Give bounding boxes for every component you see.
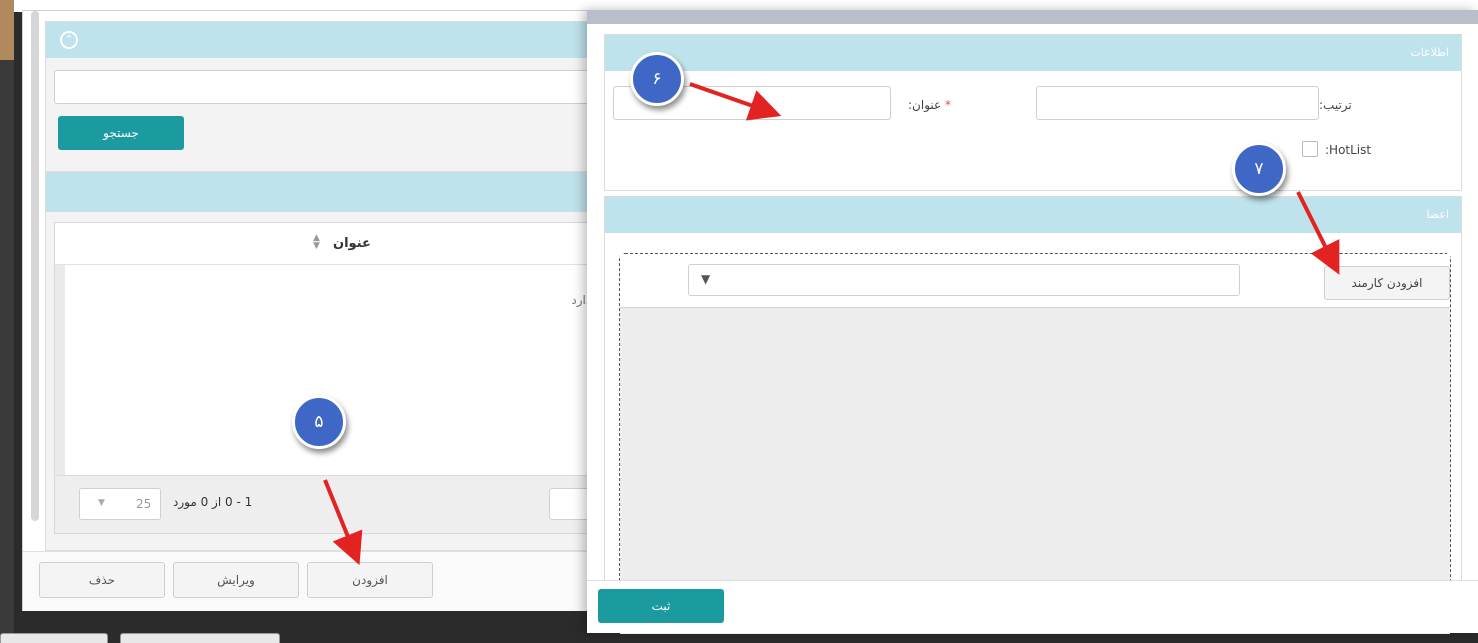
pager-info: 1 - 0 از 0 مورد: [173, 495, 253, 509]
info-panel-title: اطلاعات: [1410, 46, 1449, 59]
order-input[interactable]: [1036, 86, 1319, 120]
left-list-window: ⌃ جستجو ▲▼ عنوان دارد. ▼ 25 1 - 0 از 0 م…: [22, 10, 607, 611]
page-size-select[interactable]: ▼ 25: [79, 488, 161, 520]
collapse-icon[interactable]: ⌃: [60, 31, 78, 49]
dialog-footer: ثبت: [587, 580, 1478, 633]
page-size-value: 25: [136, 497, 152, 511]
left-window-footer: حذف ویرایش افزودن: [23, 551, 603, 611]
grid-pager: ▼ 25 1 - 0 از 0 مورد: [55, 475, 607, 533]
results-panel: ▲▼ عنوان دارد. ▼ 25 1 - 0 از 0 مورد: [45, 171, 607, 551]
step-badge-6: ۶: [630, 52, 684, 106]
sort-icon[interactable]: ▲ ▼: [313, 234, 320, 251]
add-employee-button[interactable]: افزودن کارمند: [1324, 266, 1450, 300]
members-filter-input[interactable]: ▼: [688, 264, 1240, 296]
step-badge-5: ۵: [292, 395, 346, 449]
dialog-titlebar: [587, 10, 1478, 24]
chevron-down-icon: ▼: [98, 498, 105, 508]
order-label: ترتیب:: [1319, 98, 1352, 112]
taskbar-button[interactable]: [120, 633, 280, 643]
search-panel: ⌃ جستجو: [45, 21, 606, 173]
info-panel-header: اطلاعات: [605, 35, 1461, 71]
edit-button[interactable]: ویرایش: [173, 562, 299, 598]
info-panel: اطلاعات ترتیب: * عنوان: :HotList: [604, 34, 1462, 191]
left-window-scrollbar[interactable]: [31, 11, 39, 521]
background-desktop-dark: [0, 60, 14, 643]
title-label: * عنوان:: [908, 98, 951, 112]
title-label-text: عنوان:: [908, 98, 942, 112]
members-toolbar: ▼ افزودن کارمند: [620, 254, 1450, 308]
members-grid: ▼ افزودن کارمند: [619, 253, 1451, 634]
members-panel-header: اعضا: [605, 197, 1461, 233]
taskbar-button[interactable]: [0, 633, 108, 643]
grid-row-selector: [55, 265, 65, 475]
submit-button[interactable]: ثبت: [598, 589, 724, 623]
hotlist-label: :HotList: [1325, 143, 1372, 157]
members-panel: اعضا ▼ افزودن کارمند: [604, 196, 1462, 634]
background-desktop-edge: [0, 0, 14, 60]
results-grid: ▲▼ عنوان دارد. ▼ 25 1 - 0 از 0 مورد: [54, 222, 607, 534]
results-panel-header: [46, 172, 604, 212]
required-mark: *: [945, 98, 951, 112]
add-button[interactable]: افزودن: [307, 562, 433, 598]
search-panel-header: ⌃: [46, 22, 604, 58]
step-badge-7: ۷: [1232, 142, 1286, 196]
hotlist-checkbox[interactable]: [1302, 141, 1318, 157]
members-panel-title: اعضا: [1426, 208, 1449, 221]
edit-dialog: اطلاعات ترتیب: * عنوان: :HotList اعضا ▼ …: [587, 10, 1478, 634]
search-input[interactable]: [54, 70, 606, 104]
filter-icon: ▼: [701, 272, 711, 286]
search-button[interactable]: جستجو: [58, 116, 184, 150]
column-header-title[interactable]: عنوان: [333, 236, 371, 251]
delete-button[interactable]: حذف: [39, 562, 165, 598]
grid-header: ▲ ▼ عنوان: [55, 223, 607, 265]
